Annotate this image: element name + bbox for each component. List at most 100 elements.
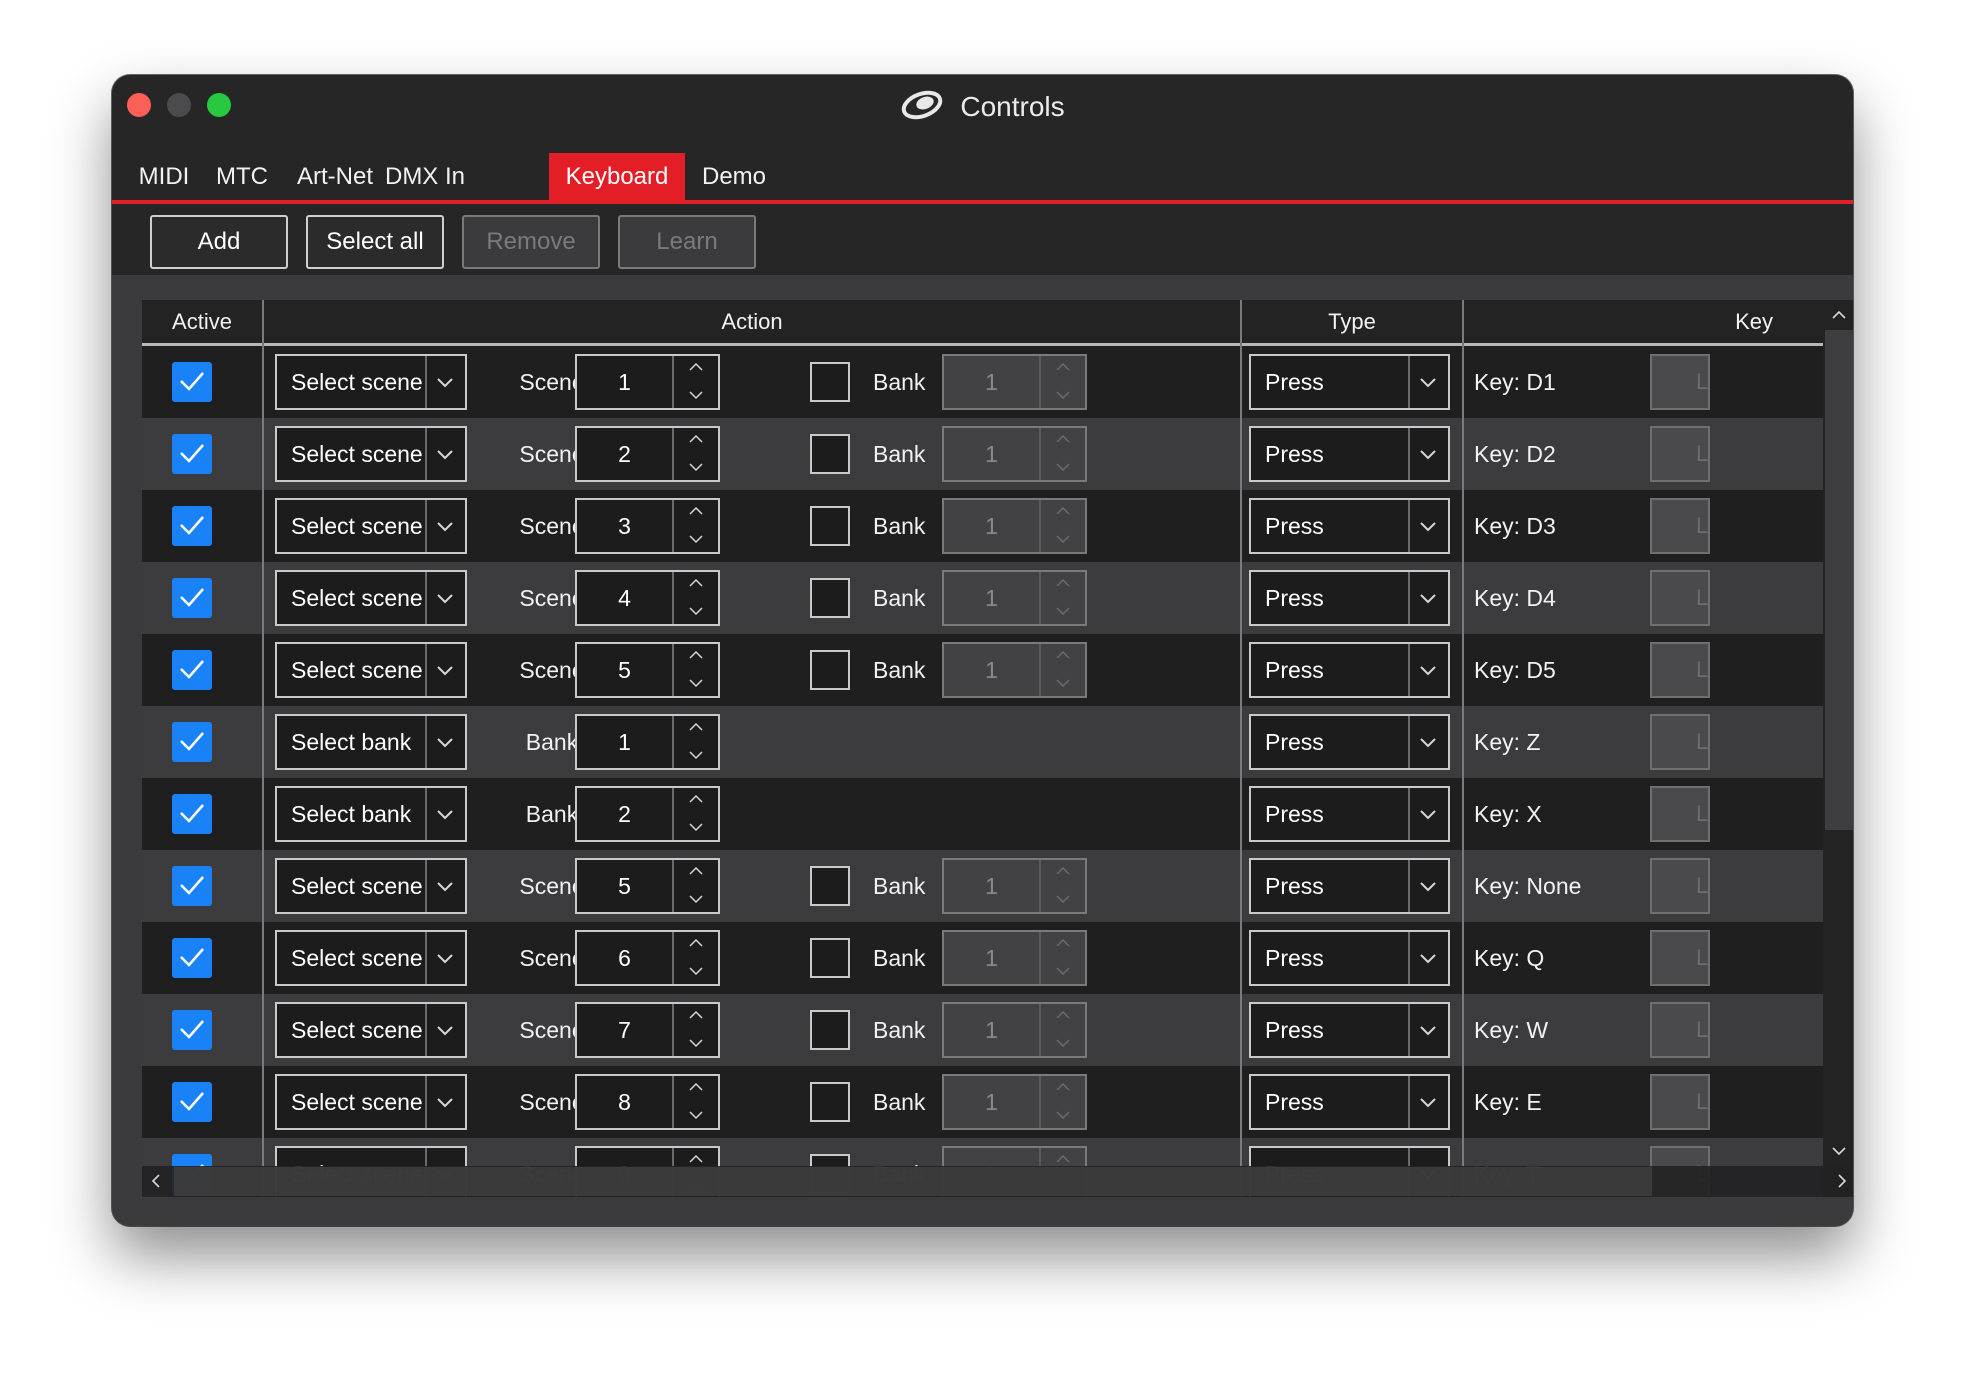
row-learn-button[interactable]: Le bbox=[1650, 570, 1710, 626]
value-spinbox[interactable]: 8 bbox=[575, 1074, 720, 1130]
spinbox-arrows[interactable] bbox=[1039, 1004, 1087, 1056]
active-checkbox[interactable] bbox=[172, 434, 212, 474]
value-spinbox[interactable]: 2 bbox=[575, 786, 720, 842]
type-select[interactable]: Press bbox=[1249, 642, 1450, 698]
action-select[interactable]: Select bank bbox=[275, 786, 467, 842]
type-select[interactable]: Press bbox=[1249, 570, 1450, 626]
row-learn-button[interactable]: Le bbox=[1650, 642, 1710, 698]
value-spinbox[interactable]: 4 bbox=[575, 570, 720, 626]
bank-spinbox[interactable]: 1 bbox=[942, 570, 1087, 626]
type-select[interactable]: Press bbox=[1249, 426, 1450, 482]
action-select[interactable]: Select scene bbox=[275, 498, 467, 554]
bank-checkbox[interactable] bbox=[810, 434, 850, 474]
bank-checkbox[interactable] bbox=[810, 1010, 850, 1050]
scroll-down-icon[interactable] bbox=[1832, 1146, 1846, 1156]
action-select[interactable]: Select scene bbox=[275, 354, 467, 410]
spinbox-arrows[interactable] bbox=[1039, 860, 1087, 912]
active-checkbox[interactable] bbox=[172, 866, 212, 906]
bank-spinbox[interactable]: 1 bbox=[942, 354, 1087, 410]
action-select[interactable]: Select scene bbox=[275, 858, 467, 914]
value-spinbox[interactable]: 1 bbox=[575, 714, 720, 770]
row-learn-button[interactable]: Le bbox=[1650, 426, 1710, 482]
action-select[interactable]: Select scene bbox=[275, 642, 467, 698]
spinbox-arrows[interactable] bbox=[672, 572, 720, 624]
spinbox-arrows[interactable] bbox=[672, 788, 720, 840]
bank-checkbox[interactable] bbox=[810, 506, 850, 546]
action-select[interactable]: Select scene bbox=[275, 570, 467, 626]
row-learn-button[interactable]: Le bbox=[1650, 930, 1710, 986]
add-button[interactable]: Add bbox=[150, 215, 288, 269]
value-spinbox[interactable]: 1 bbox=[575, 354, 720, 410]
type-select[interactable]: Press bbox=[1249, 930, 1450, 986]
bank-checkbox[interactable] bbox=[810, 650, 850, 690]
active-checkbox[interactable] bbox=[172, 938, 212, 978]
value-spinbox[interactable]: 7 bbox=[575, 1002, 720, 1058]
active-checkbox[interactable] bbox=[172, 1082, 212, 1122]
row-learn-button[interactable]: Le bbox=[1650, 498, 1710, 554]
scroll-left-icon[interactable] bbox=[151, 1174, 161, 1188]
vertical-scrollbar[interactable] bbox=[1823, 300, 1853, 1197]
row-learn-button[interactable]: Le bbox=[1650, 858, 1710, 914]
tab-dmx-in[interactable]: DMX In bbox=[380, 153, 470, 200]
row-learn-button[interactable]: Le bbox=[1650, 354, 1710, 410]
active-checkbox[interactable] bbox=[172, 722, 212, 762]
active-checkbox[interactable] bbox=[172, 578, 212, 618]
bank-checkbox[interactable] bbox=[810, 578, 850, 618]
bank-checkbox[interactable] bbox=[810, 362, 850, 402]
spinbox-arrows[interactable] bbox=[1039, 644, 1087, 696]
active-checkbox[interactable] bbox=[172, 506, 212, 546]
value-spinbox[interactable]: 5 bbox=[575, 642, 720, 698]
row-learn-button[interactable]: Le bbox=[1650, 786, 1710, 842]
scroll-right-icon[interactable] bbox=[1837, 1174, 1847, 1188]
spinbox-arrows[interactable] bbox=[1039, 1076, 1087, 1128]
spinbox-arrows[interactable] bbox=[1039, 572, 1087, 624]
action-select[interactable]: Select scene bbox=[275, 1002, 467, 1058]
type-select[interactable]: Press bbox=[1249, 714, 1450, 770]
spinbox-arrows[interactable] bbox=[1039, 356, 1087, 408]
bank-spinbox[interactable]: 1 bbox=[942, 642, 1087, 698]
spinbox-arrows[interactable] bbox=[672, 932, 720, 984]
value-spinbox[interactable]: 5 bbox=[575, 858, 720, 914]
type-select[interactable]: Press bbox=[1249, 354, 1450, 410]
tab-demo[interactable]: Demo bbox=[698, 153, 770, 200]
spinbox-arrows[interactable] bbox=[672, 644, 720, 696]
action-select[interactable]: Select scene bbox=[275, 1074, 467, 1130]
action-select[interactable]: Select bank bbox=[275, 714, 467, 770]
action-select[interactable]: Select scene bbox=[275, 426, 467, 482]
tab-midi[interactable]: MIDI bbox=[134, 153, 194, 200]
bank-spinbox[interactable]: 1 bbox=[942, 930, 1087, 986]
remove-button[interactable]: Remove bbox=[462, 215, 600, 269]
action-select[interactable]: Select scene bbox=[275, 930, 467, 986]
spinbox-arrows[interactable] bbox=[1039, 932, 1087, 984]
spinbox-arrows[interactable] bbox=[1039, 428, 1087, 480]
tab-art-net[interactable]: Art-Net bbox=[290, 153, 380, 200]
spinbox-arrows[interactable] bbox=[1039, 500, 1087, 552]
type-select[interactable]: Press bbox=[1249, 1002, 1450, 1058]
active-checkbox[interactable] bbox=[172, 794, 212, 834]
value-spinbox[interactable]: 3 bbox=[575, 498, 720, 554]
type-select[interactable]: Press bbox=[1249, 1074, 1450, 1130]
type-select[interactable]: Press bbox=[1249, 858, 1450, 914]
tab-keyboard[interactable]: Keyboard bbox=[549, 153, 685, 200]
bank-spinbox[interactable]: 1 bbox=[942, 858, 1087, 914]
type-select[interactable]: Press bbox=[1249, 786, 1450, 842]
tab-mtc[interactable]: MTC bbox=[212, 153, 272, 200]
learn-button[interactable]: Learn bbox=[618, 215, 756, 269]
row-learn-button[interactable]: Le bbox=[1650, 1074, 1710, 1130]
spinbox-arrows[interactable] bbox=[672, 1004, 720, 1056]
active-checkbox[interactable] bbox=[172, 362, 212, 402]
select-all-button[interactable]: Select all bbox=[306, 215, 444, 269]
value-spinbox[interactable]: 6 bbox=[575, 930, 720, 986]
scroll-up-icon[interactable] bbox=[1832, 310, 1846, 320]
horizontal-scrollbar[interactable] bbox=[142, 1166, 1853, 1197]
value-spinbox[interactable]: 2 bbox=[575, 426, 720, 482]
active-checkbox[interactable] bbox=[172, 650, 212, 690]
type-select[interactable]: Press bbox=[1249, 498, 1450, 554]
spinbox-arrows[interactable] bbox=[672, 860, 720, 912]
bank-spinbox[interactable]: 1 bbox=[942, 1002, 1087, 1058]
bank-spinbox[interactable]: 1 bbox=[942, 498, 1087, 554]
bank-spinbox[interactable]: 1 bbox=[942, 426, 1087, 482]
spinbox-arrows[interactable] bbox=[672, 1076, 720, 1128]
spinbox-arrows[interactable] bbox=[672, 428, 720, 480]
bank-checkbox[interactable] bbox=[810, 866, 850, 906]
